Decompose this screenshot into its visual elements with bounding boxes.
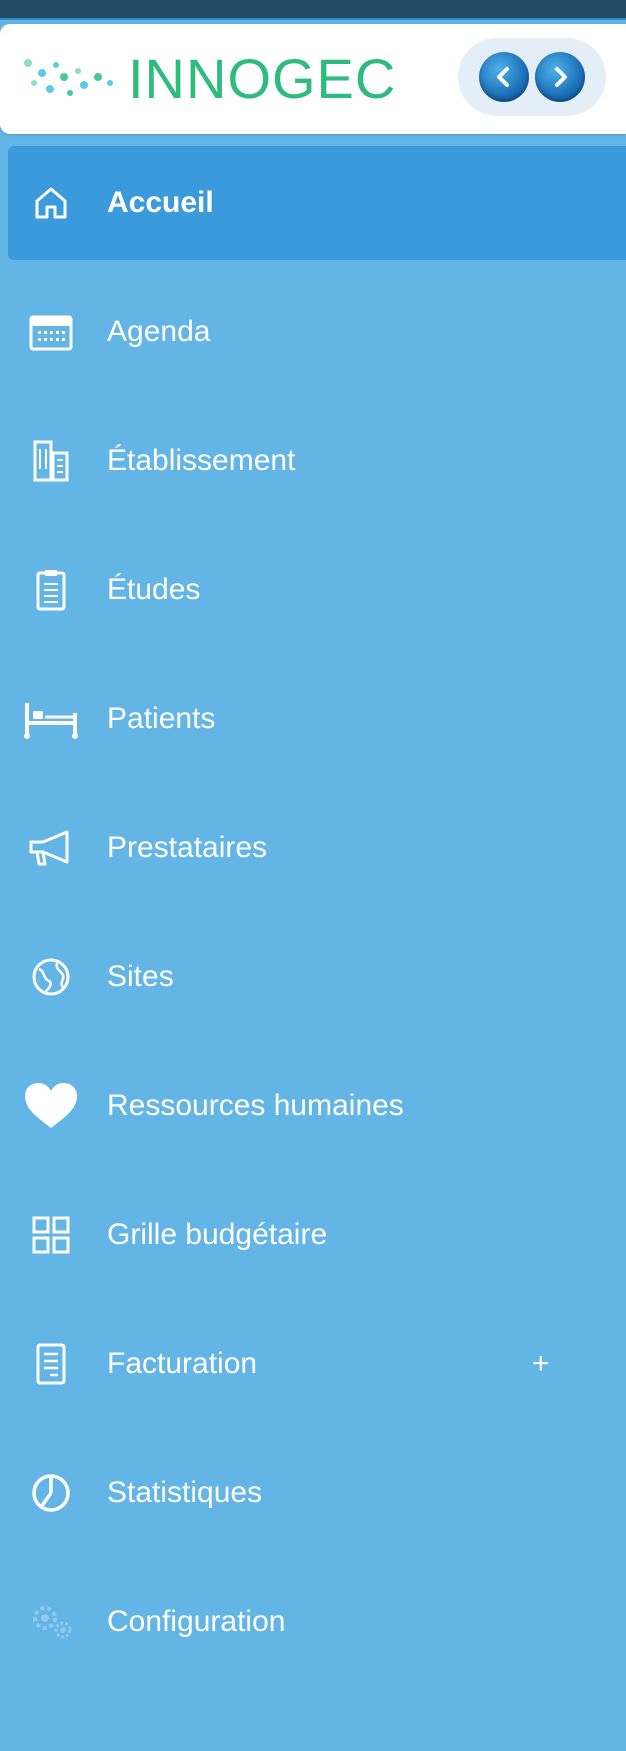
- menu-label: Facturation: [107, 1347, 258, 1380]
- logo[interactable]: INNOGEC: [20, 44, 396, 114]
- megaphone-icon: [20, 817, 82, 879]
- menu-label: Établissement: [107, 444, 296, 477]
- history-nav: [458, 38, 606, 116]
- menu-label: Agenda: [107, 315, 211, 348]
- brand-name: INNOGEC: [128, 47, 397, 110]
- home-icon: [20, 172, 82, 234]
- grid-icon: [20, 1204, 82, 1266]
- menu-item-sites[interactable]: Sites: [8, 920, 626, 1034]
- menu-label: Patients: [107, 702, 216, 735]
- bed-icon: [20, 688, 82, 750]
- menu-item-ressources-humaines[interactable]: Ressources humaines: [8, 1049, 626, 1163]
- clipboard-icon: [20, 559, 82, 621]
- menu-label: Grille budgétaire: [107, 1218, 328, 1251]
- gears-icon: [20, 1591, 82, 1653]
- back-button[interactable]: [479, 52, 529, 102]
- menu-label: Ressources humaines: [107, 1089, 404, 1122]
- pie-chart-icon: [20, 1462, 82, 1524]
- menu-label: Études: [107, 573, 201, 606]
- menu-label: Accueil: [107, 186, 214, 219]
- menu-item-statistiques[interactable]: Statistiques: [8, 1436, 626, 1550]
- menu-item-grille-budgetaire[interactable]: Grille budgétaire: [8, 1178, 626, 1292]
- chevron-right-icon: [555, 67, 567, 87]
- menu-item-prestataires[interactable]: Prestataires: [8, 791, 626, 905]
- globe-icon: [20, 946, 82, 1008]
- heart-icon: [20, 1075, 82, 1137]
- invoice-icon: [20, 1333, 82, 1395]
- logo-dots-icon: [20, 49, 120, 109]
- menu-item-accueil[interactable]: Accueil: [8, 146, 626, 260]
- forward-button[interactable]: [535, 52, 585, 102]
- expand-plus-icon[interactable]: +: [532, 1347, 550, 1381]
- menu-item-etablissement[interactable]: Établissement: [8, 404, 626, 518]
- menu-item-configuration[interactable]: Configuration: [8, 1565, 626, 1679]
- menu-item-facturation[interactable]: Facturation +: [8, 1307, 626, 1421]
- calendar-icon: [20, 301, 82, 363]
- top-bar: [0, 0, 626, 20]
- menu-label: Sites: [107, 960, 174, 993]
- building-icon: [20, 430, 82, 492]
- brand-header: INNOGEC: [0, 24, 626, 134]
- menu-label: Configuration: [107, 1605, 286, 1638]
- menu-item-patients[interactable]: Patients: [8, 662, 626, 776]
- menu-label: Statistiques: [107, 1476, 263, 1509]
- menu-label: Prestataires: [107, 831, 268, 864]
- menu-item-etudes[interactable]: Études: [8, 533, 626, 647]
- chevron-left-icon: [497, 67, 509, 87]
- menu-item-agenda[interactable]: Agenda: [8, 275, 626, 389]
